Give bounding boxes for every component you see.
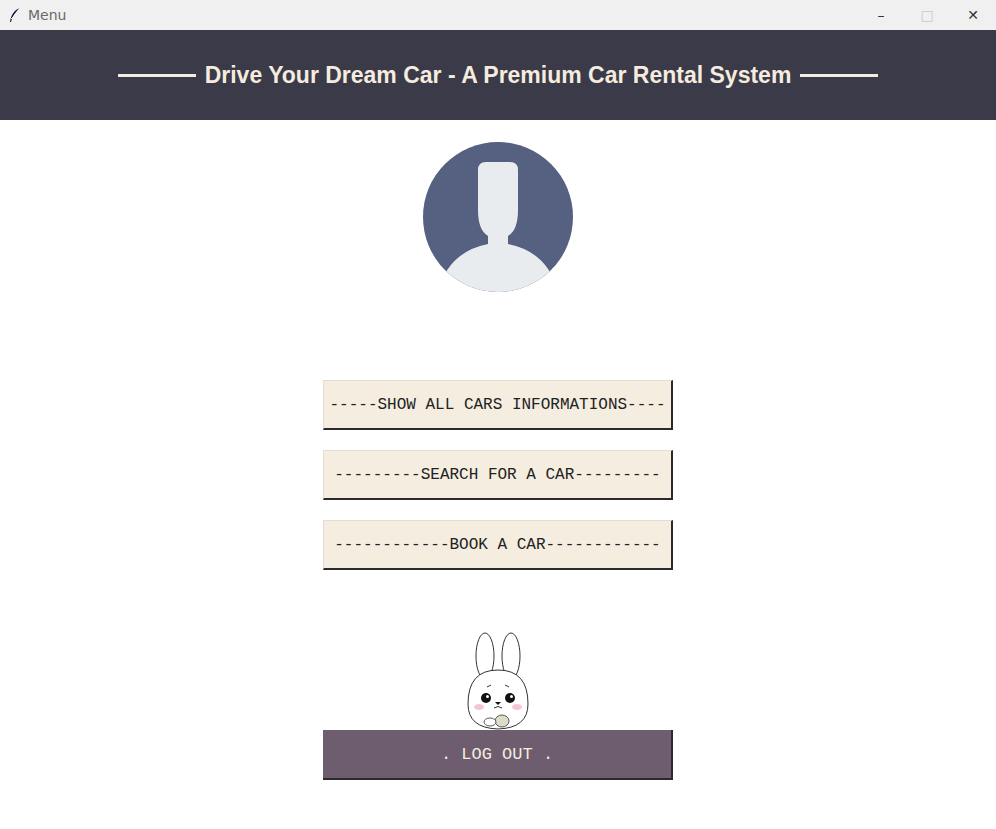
menu-buttons: -----SHOW ALL CARS INFORMATIONS---- -----… xyxy=(323,380,673,570)
header-bar: Drive Your Dream Car - A Premium Car Ren… xyxy=(0,30,996,120)
menu-button[interactable]: -----SHOW ALL CARS INFORMATIONS---- xyxy=(323,380,673,430)
window-control-button[interactable]: ✕ xyxy=(950,0,996,30)
menu-panel: -----SHOW ALL CARS INFORMATIONS---- -----… xyxy=(0,120,996,780)
window-title: Menu xyxy=(28,7,66,23)
menu-button[interactable]: ---------SEARCH FOR A CAR--------- xyxy=(323,450,673,500)
header-line xyxy=(118,74,196,77)
window-control-button: □ xyxy=(904,0,950,30)
feather-icon xyxy=(8,7,22,23)
title-bar: Menu –□✕ xyxy=(0,0,996,30)
menu-button[interactable]: ------------BOOK A CAR------------ xyxy=(323,520,673,570)
header-line xyxy=(800,74,878,77)
bunny-icon xyxy=(458,632,538,730)
header-title: Drive Your Dream Car - A Premium Car Ren… xyxy=(205,62,792,89)
user-avatar-icon xyxy=(423,142,573,292)
logout-button[interactable]: . LOG OUT . xyxy=(323,730,673,780)
window-control-button[interactable]: – xyxy=(858,0,904,30)
app-window: Menu –□✕ Drive Your Dream Car - A Premium … xyxy=(0,0,996,829)
